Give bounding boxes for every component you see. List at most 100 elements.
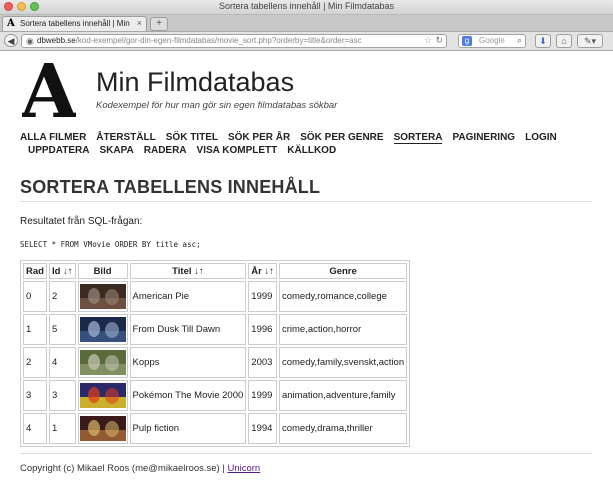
movie-table-body: 0 2 American Pie 1999 comedy,romance,college… <box>23 281 408 444</box>
download-button[interactable]: ⬇ <box>535 34 551 48</box>
home-icon: ⌂ <box>561 36 567 46</box>
main-menu-row-1: ALLA FILMER ÅTERSTÄLL SÖK TITEL SÖK PER ÅR S… <box>20 131 590 144</box>
cell-rad: 4 <box>23 413 47 444</box>
tab-bar: A Sortera tabellens innehåll | Min ... ×… <box>0 15 613 32</box>
cell-rad: 2 <box>23 347 47 378</box>
cell-genre: comedy,drama,thriller <box>278 413 408 444</box>
main-menu-row-2: UPPDATERA SKAPA RADERA VISA KOMPLETT KÄLLKOD <box>28 144 590 157</box>
header-id-sort[interactable]: Id ↓↑ <box>48 263 76 279</box>
menu-item-login[interactable]: LOGIN <box>525 131 557 144</box>
home-button[interactable]: ⌂ <box>556 34 572 48</box>
header-title-sort[interactable]: Titel ↓↑ <box>129 263 247 279</box>
cell-title: Pulp fiction <box>129 413 247 444</box>
url-text: dbwebb.se/kod-exempel/gor-din-egen-filmd… <box>37 36 362 45</box>
header-year-sort[interactable]: År ↓↑ <box>248 263 277 279</box>
movie-poster-thumbnail <box>79 350 126 375</box>
main-menu: ALLA FILMER ÅTERSTÄLL SÖK TITEL SÖK PER ÅR S… <box>20 131 590 157</box>
reload-icon[interactable]: ↻ <box>435 35 443 46</box>
heading-divider <box>20 201 592 202</box>
menu-item-återställ[interactable]: ÅTERSTÄLL <box>96 131 155 144</box>
cell-genre: comedy,romance,college <box>278 281 408 312</box>
movie-poster-thumbnail <box>79 284 126 309</box>
menu-item-paginering[interactable]: PAGINERING <box>452 131 515 144</box>
logo-letter: A <box>22 59 76 121</box>
cell-genre: crime,action,horror <box>278 314 408 345</box>
search-icon[interactable]: ⌕ <box>517 35 522 46</box>
cell-title: From Dusk Till Dawn <box>129 314 247 345</box>
cell-image <box>77 314 128 345</box>
page-content: A Min Filmdatabas Kodexempel för hur man… <box>0 51 613 496</box>
header-rad: Rad <box>23 263 47 279</box>
menu-item-skapa[interactable]: SKAPA <box>99 144 133 157</box>
site-logo[interactable]: A <box>22 59 76 121</box>
window-titlebar: Sortera tabellens innehåll | Min Filmdat… <box>0 0 613 15</box>
cell-image <box>77 281 128 312</box>
search-engine-name: Google <box>479 36 505 45</box>
browser-tab[interactable]: A Sortera tabellens innehåll | Min ... × <box>2 16 147 31</box>
menu-item-sortera[interactable]: SORTERA <box>393 131 443 144</box>
movie-table: Rad Id ↓↑ Bild Titel ↓↑ År ↓↑ Genre 0 2 Am… <box>20 260 411 447</box>
table-row: 3 3 Pokémon The Movie 2000 1999 animation,ad… <box>23 380 408 411</box>
cell-id: 5 <box>48 314 76 345</box>
menu-item-sök-titel[interactable]: SÖK TITEL <box>166 131 218 144</box>
cell-year: 1999 <box>248 380 277 411</box>
table-row: 1 5 From Dusk Till Dawn 1996 crime,action,ho… <box>23 314 408 345</box>
address-bar[interactable]: ◉ dbwebb.se/kod-exempel/gor-din-egen-fil… <box>21 34 447 48</box>
cell-image <box>77 413 128 444</box>
menu-item-radera[interactable]: RADERA <box>144 144 187 157</box>
menu-item-uppdatera[interactable]: UPPDATERA <box>28 144 89 157</box>
globe-icon: ◉ <box>26 36 34 46</box>
movie-poster-thumbnail <box>79 416 126 441</box>
table-row: 4 1 Pulp fiction 1994 comedy,drama,thriller <box>23 413 408 444</box>
footer-divider <box>20 453 592 454</box>
menu-item-alla-filmer[interactable]: ALLA FILMER <box>20 131 86 144</box>
window-title: Sortera tabellens innehåll | Min Filmdat… <box>219 1 394 11</box>
cell-title: Kopps <box>129 347 247 378</box>
cell-genre: comedy,family,svenskt,action <box>278 347 408 378</box>
back-button[interactable]: ◀ <box>4 34 18 47</box>
cell-id: 3 <box>48 380 76 411</box>
search-engine-icon[interactable]: g <box>462 36 472 46</box>
cell-year: 1999 <box>248 281 277 312</box>
site-slogan: Kodexempel för hur man gör sin egen film… <box>96 100 338 111</box>
footer: Copyright (c) Mikael Roos (me@mikaelroos… <box>20 463 260 474</box>
search-box[interactable]: g Google ⌕ <box>458 34 526 48</box>
menu-item-visa-komplett[interactable]: VISA KOMPLETT <box>197 144 278 157</box>
tools-button[interactable]: ✎▾ <box>577 34 603 48</box>
site-title: Min Filmdatabas <box>96 67 295 97</box>
star-icon[interactable]: ☆ <box>424 35 432 46</box>
cell-image <box>77 380 128 411</box>
new-tab-button[interactable]: + <box>150 17 168 31</box>
cell-title: American Pie <box>129 281 247 312</box>
cell-genre: animation,adventure,family <box>278 380 408 411</box>
navigation-toolbar: ◀ ◉ dbwebb.se/kod-exempel/gor-din-egen-f… <box>0 32 613 51</box>
result-intro: Resultatet från SQL-frågan: <box>20 216 143 227</box>
tab-close-icon[interactable]: × <box>137 18 142 28</box>
table-row: 2 4 Kopps 2003 comedy,family,svenskt,action <box>23 347 408 378</box>
menu-item-sök-per-genre[interactable]: SÖK PER GENRE <box>300 131 383 144</box>
menu-item-sök-per-år[interactable]: SÖK PER ÅR <box>228 131 290 144</box>
page-heading: SORTERA TABELLENS INNEHÅLL <box>20 177 321 197</box>
download-icon: ⬇ <box>539 36 547 46</box>
sql-query: SELECT * FROM VMovie ORDER BY title asc; <box>20 240 201 249</box>
table-header-row: Rad Id ↓↑ Bild Titel ↓↑ År ↓↑ Genre <box>23 263 408 279</box>
menu-item-källkod[interactable]: KÄLLKOD <box>287 144 336 157</box>
header-genre: Genre <box>278 263 408 279</box>
cell-year: 1994 <box>248 413 277 444</box>
cell-rad: 3 <box>23 380 47 411</box>
cell-title: Pokémon The Movie 2000 <box>129 380 247 411</box>
tools-icon: ✎▾ <box>583 36 597 46</box>
movie-poster-thumbnail <box>79 383 126 408</box>
cell-id: 4 <box>48 347 76 378</box>
favicon-icon: A <box>7 18 15 29</box>
tab-title: Sortera tabellens innehåll | Min ... <box>20 19 130 28</box>
table-row: 0 2 American Pie 1999 comedy,romance,college <box>23 281 408 312</box>
cell-rad: 0 <box>23 281 47 312</box>
footer-copyright: Copyright (c) Mikael Roos (me@mikaelroos… <box>20 463 228 474</box>
cell-id: 1 <box>48 413 76 444</box>
cell-image <box>77 347 128 378</box>
cell-rad: 1 <box>23 314 47 345</box>
footer-unicorn-link[interactable]: Unicorn <box>227 463 260 474</box>
url-domain: dbwebb.se <box>37 36 76 45</box>
cell-year: 1996 <box>248 314 277 345</box>
